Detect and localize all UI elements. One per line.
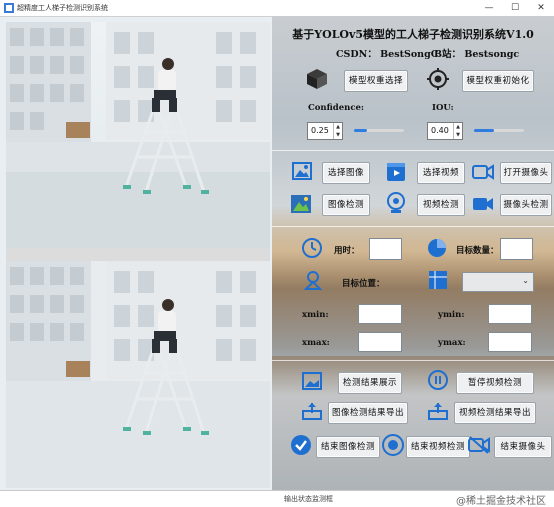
pause-icon [428, 370, 448, 390]
iou-label: IOU: [432, 103, 454, 113]
section-divider [272, 150, 554, 151]
section-divider [272, 226, 554, 227]
export-icon [428, 403, 448, 420]
model-init-button[interactable]: 模型权重初始化 [462, 70, 534, 92]
end-image-detect-button[interactable]: 结束图像检测 [316, 436, 380, 458]
confidence-slider-fill [354, 129, 367, 132]
video-detect-button[interactable]: 视频检测 [417, 194, 465, 216]
export-icon [302, 403, 322, 420]
video-file-icon [387, 163, 405, 181]
csdn-label: CSDN： BestSongC [336, 49, 439, 60]
cube-icon [307, 69, 327, 89]
end-video-detect-button[interactable]: 结束视频检测 [406, 436, 470, 458]
video-camera-icon [473, 198, 493, 210]
maximize-button[interactable]: ☐ [502, 0, 528, 16]
window-title: 超精度工人梯子检测识别系统 [17, 4, 108, 12]
chevron-down-icon: ⌄ [522, 276, 529, 285]
app-icon [4, 3, 14, 13]
status-text: 输出状态监测框 [284, 495, 333, 503]
ymin-label: ymin: [438, 310, 465, 320]
select-image-button[interactable]: 选择图像 [322, 162, 370, 184]
minimize-button[interactable]: — [476, 0, 502, 16]
confidence-slider[interactable] [354, 129, 404, 132]
show-results-button[interactable]: 检测结果展示 [338, 372, 402, 394]
webcam-icon [387, 192, 405, 213]
target-position-label: 目标位置： [342, 279, 385, 289]
worker-ladder-photo [6, 22, 270, 248]
target-select[interactable]: ⌄ [462, 272, 534, 292]
spin-arrows-icon[interactable]: ▲ ▼ [333, 123, 342, 139]
count-label: 目标数量： [456, 246, 499, 256]
section-divider [272, 360, 554, 361]
detection-result-view [6, 261, 270, 488]
iou-slider[interactable] [474, 129, 524, 132]
panel-separator [6, 248, 270, 261]
model-select-button[interactable]: 模型权重选择 [344, 70, 408, 92]
confidence-label: Confidence: [308, 103, 365, 113]
bilibili-label: B站： Bestsongc [434, 49, 520, 60]
pause-video-button[interactable]: 暂停视频检测 [456, 372, 534, 394]
target-icon [427, 68, 449, 90]
stop-circle-icon [382, 434, 404, 456]
export-image-results-button[interactable]: 图像检测结果导出 [328, 402, 408, 424]
select-video-button[interactable]: 选择视频 [417, 162, 465, 184]
camera-off-icon [468, 436, 490, 454]
time-label: 用时： [334, 246, 360, 256]
location-pin-icon [304, 271, 322, 290]
count-field [500, 238, 533, 260]
close-button[interactable]: ✕ [528, 0, 554, 16]
grid-icon [429, 271, 447, 289]
export-video-results-button[interactable]: 视频检测结果导出 [454, 402, 536, 424]
ymax-label: ymax: [438, 338, 466, 348]
status-bar: 输出状态监测框 @稀土掘金技术社区 [0, 490, 554, 507]
camera-icon [472, 164, 494, 180]
check-circle-icon [291, 435, 311, 455]
image-icon [292, 162, 312, 180]
camera-detect-button[interactable]: 摄像头检测 [500, 194, 552, 216]
xmax-label: xmax: [302, 338, 330, 348]
worker-ladder-result-photo [6, 261, 270, 488]
xmax-field [358, 332, 402, 352]
iou-spinbox[interactable]: 0.40 ▲ ▼ [427, 122, 463, 140]
clock-icon [302, 238, 322, 258]
iou-value: 0.40 [431, 126, 449, 135]
app-title: 基于YOLOv5模型的工人梯子检测识别系统V1.0 [292, 28, 534, 41]
watermark-text: @稀土掘金技术社区 [456, 496, 546, 507]
control-panel: 基于YOLOv5模型的工人梯子检测识别系统V1.0 CSDN： BestSong… [272, 16, 554, 490]
original-image-view [6, 22, 270, 248]
xmin-field [358, 304, 402, 324]
confidence-spinbox[interactable]: 0.25 ▲ ▼ [307, 122, 343, 140]
picture-frame-icon [302, 372, 322, 390]
confidence-value: 0.25 [311, 126, 329, 135]
image-detect-button[interactable]: 图像检测 [322, 194, 370, 216]
ymin-field [488, 304, 532, 324]
ymax-field [488, 332, 532, 352]
time-field [369, 238, 402, 260]
title-bar: 超精度工人梯子检测识别系统 — ☐ ✕ [0, 0, 554, 17]
iou-slider-fill [474, 129, 494, 132]
open-camera-button[interactable]: 打开摄像头 [500, 162, 552, 184]
end-camera-button[interactable]: 结束摄像头 [494, 436, 552, 458]
pie-chart-icon [428, 239, 446, 257]
xmin-label: xmin: [302, 310, 329, 320]
image-detect-icon [291, 195, 311, 213]
spin-arrows-icon[interactable]: ▲ ▼ [453, 123, 462, 139]
